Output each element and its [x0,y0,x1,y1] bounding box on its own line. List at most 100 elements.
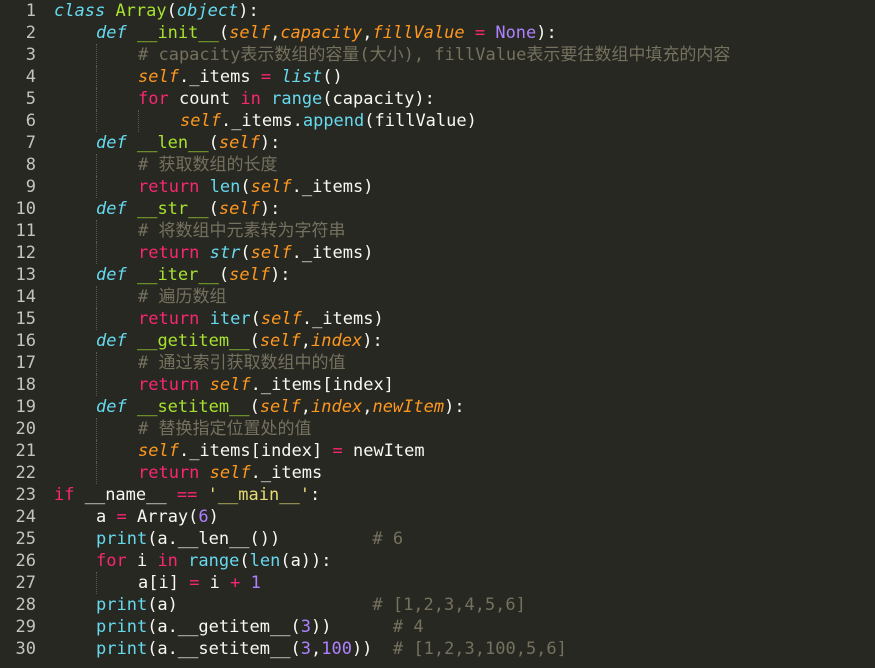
line-content: return self._items [54,462,322,484]
line-content: return self._items[index] [54,374,394,396]
code-line[interactable]: 23 if __name__ == '__main__': [0,484,875,506]
code-token: return [138,177,200,197]
code-line[interactable]: 3 # capacity表示数组的容量(大小), fillValue表示要往数组中… [0,44,875,66]
code-line[interactable]: 27 a[i] = i + 1 [0,572,875,594]
line-content: return len(self._items) [54,176,373,198]
code-line[interactable]: 22 return self._items [0,462,875,484]
line-number: 22 [15,463,36,483]
code-token: __setitem__ [136,397,250,417]
line-number: 4 [25,67,36,87]
line-content: # 将数组中元素转为字符串 [54,220,345,242]
code-token: return [138,309,200,329]
line-content: # 替换指定位置处的值 [54,418,311,440]
code-token: , [300,397,312,417]
line-number: 2 [25,23,36,43]
code-line[interactable]: 7 def __len__(self): [0,132,875,154]
code-token: return [138,375,200,395]
code-line[interactable]: 14 # 遍历数组 [0,286,875,308]
code-line[interactable]: 13 def __iter__(self): [0,264,875,286]
code-token: = [332,441,343,461]
code-token: # 遍历数组 [138,287,227,307]
code-line[interactable]: 28 print(a) # [1,2,3,4,5,6] [0,594,875,616]
line-number: 15 [15,309,36,329]
indent-guide [96,308,97,330]
code-token: 3 [300,639,311,659]
code-line[interactable]: 17 # 通过索引获取数组中的值 [0,352,875,374]
line-number: 9 [25,177,36,197]
code-token: len [209,177,241,197]
code-line[interactable]: 26 for i in range(len(a)): [0,550,875,572]
code-token: = [189,573,200,593]
line-number: 21 [15,441,36,461]
code-line[interactable]: 12 return str(self._items) [0,242,875,264]
indent-guide [96,88,97,110]
line-content: print(a.__len__()) # 6 [54,528,403,550]
line-content: def __str__(self): [54,198,280,220]
code-line[interactable]: 15 return iter(self._items) [0,308,875,330]
code-token: = [260,67,272,87]
indent-guide [96,66,97,88]
code-token: ._items) [291,177,374,197]
code-token: list [281,67,323,87]
code-line[interactable]: 9 return len(self._items) [0,176,875,198]
code-line[interactable]: 5 for count in range(capacity): [0,88,875,110]
code-token: def [96,133,127,153]
code-line[interactable]: 19 def __setitem__(self,index,newItem): [0,396,875,418]
code-token: for [96,551,127,571]
code-token: self [209,375,251,395]
code-token: self [138,67,179,87]
line-content: # capacity表示数组的容量(大小), fillValue表示要往数组中填… [54,44,730,66]
line-number: 18 [15,375,36,395]
code-line[interactable]: 24 a = Array(6) [0,506,875,528]
line-number: 30 [15,639,36,659]
code-token: ( [249,331,260,351]
code-line[interactable]: 16 def __getitem__(self,index): [0,330,875,352]
code-line[interactable]: 25 print(a.__len__()) # 6 [0,528,875,550]
code-token: () [322,67,343,87]
indent-guide [96,242,97,264]
code-token: = [116,507,127,527]
code-line[interactable]: 6 self._items.append(fillValue) [0,110,875,132]
code-token: iter [209,309,251,329]
code-token: , [270,23,281,43]
code-line[interactable]: 21 self._items[index] = newItem [0,440,875,462]
line-content: # 遍历数组 [54,286,226,308]
indent-guide [96,154,97,176]
indent-guide [96,440,97,462]
code-token: ( [166,1,177,21]
code-line[interactable]: 4 self._items = list() [0,66,875,88]
code-token: count [168,89,241,109]
code-line[interactable]: 18 return self._items[index] [0,374,875,396]
code-token: ._items[index] [250,375,394,395]
code-line[interactable]: 29 print(a.__getitem__(3)) # 4 [0,616,875,638]
line-content: print(a) # [1,2,3,4,5,6] [54,594,526,616]
code-token: # 将数组中元素转为字符串 [138,221,346,241]
code-line[interactable]: 11 # 将数组中元素转为字符串 [0,220,875,242]
code-line[interactable]: 2 def __init__(self,capacity,fillValue = … [0,22,875,44]
code-token: def [96,23,127,43]
code-token: (capacity): [322,89,435,109]
code-token: print [96,617,148,637]
code-line[interactable]: 1 class Array(object): [0,0,875,22]
code-line[interactable]: 30 print(a.__setitem__(3,100)) # [1,2,3,1… [0,638,875,660]
code-token: (a) [147,595,373,615]
code-line[interactable]: 10 def __str__(self): [0,198,875,220]
code-token: def [96,199,127,219]
code-token: self [138,441,179,461]
line-number: 20 [15,419,36,439]
code-editor[interactable]: 1 class Array(object): 2 def __init__(self,… [0,0,875,668]
code-token: ( [208,199,219,219]
code-token: newItem [372,397,445,417]
code-line[interactable]: 20 # 替换指定位置处的值 [0,418,875,440]
line-content: self._items[index] = newItem [54,440,425,462]
code-line[interactable]: 8 # 获取数组的长度 [0,154,875,176]
code-token: return [138,463,200,483]
code-token: ._items [178,67,261,87]
line-number: 28 [15,595,36,615]
